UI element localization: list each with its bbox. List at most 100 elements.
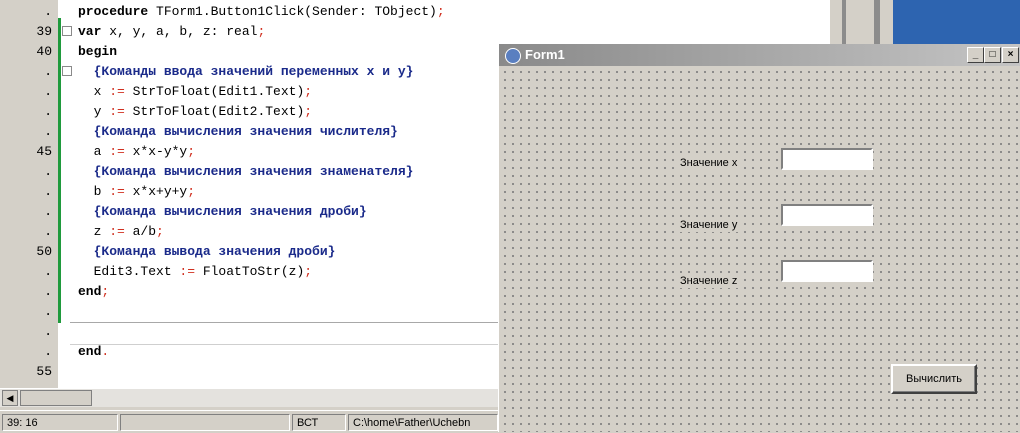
line-number: 45	[36, 144, 52, 159]
line-number: .	[44, 4, 52, 19]
code-token: z	[78, 224, 110, 239]
close-button[interactable]: ×	[1002, 47, 1019, 63]
line-number: .	[44, 164, 52, 179]
code-token: ;	[257, 24, 266, 39]
code-token: a	[78, 144, 110, 159]
code-token: procedure	[78, 4, 157, 19]
code-line[interactable]: x := StrToFloat(Edit1.Text);	[78, 82, 312, 102]
code-line[interactable]: {Команда вычисления значения знаменателя…	[78, 162, 414, 182]
line-number: .	[44, 104, 52, 119]
horizontal-scrollbar[interactable]: ◀	[0, 388, 498, 407]
code-line[interactable]: Edit3.Text := FloatToStr(z);	[78, 262, 312, 282]
line-number: 40	[36, 44, 52, 59]
code-token: {Команда вычисления значения знаменателя…	[78, 164, 414, 179]
code-line[interactable]: var x, y, a, b, z: real;	[78, 22, 265, 42]
code-line[interactable]: end.	[78, 342, 109, 362]
line-number: .	[44, 324, 52, 339]
scrollbar-thumb[interactable]	[20, 390, 92, 406]
line-number: 39	[36, 24, 52, 39]
line-number: 50	[36, 244, 52, 259]
code-line[interactable]: {Команда вывода значения дроби}	[78, 242, 336, 262]
code-line[interactable]: a := x*x-y*y;	[78, 142, 195, 162]
code-token: ;	[304, 104, 313, 119]
fold-toggle-icon[interactable]	[62, 66, 72, 76]
code-token: :=	[109, 84, 133, 99]
code-line[interactable]: b := x*x+y+y;	[78, 182, 195, 202]
insert-mode: ВСТ	[292, 414, 346, 431]
code-token: a/b	[132, 224, 157, 239]
code-token: :=	[109, 104, 133, 119]
status-bar: 39: 16 ВСТ C:\home\Father\Uchebn	[0, 410, 498, 433]
label-y: Значение y	[679, 218, 739, 232]
code-line[interactable]: y := StrToFloat(Edit2.Text);	[78, 102, 312, 122]
code-token: ;	[187, 144, 196, 159]
code-token: y	[78, 104, 110, 119]
line-number: .	[44, 124, 52, 139]
cursor-position: 39: 16	[2, 414, 118, 431]
label-x: Значение x	[679, 156, 739, 170]
code-token: :=	[109, 184, 133, 199]
line-number-gutter: . 39 40.... 45.... 50..... 55	[0, 0, 58, 398]
code-token: StrToFloat(Edit1.Text)	[132, 84, 305, 99]
code-token: x*x+y+y	[132, 184, 188, 199]
code-token: x	[78, 84, 110, 99]
modified-lines-bar	[58, 18, 61, 323]
status-modified	[120, 414, 290, 431]
line-number: .	[44, 264, 52, 279]
line-number: .	[44, 204, 52, 219]
code-token: {Команда вывода значения дроби}	[78, 244, 336, 259]
code-token: b	[78, 184, 110, 199]
code-token: :=	[109, 224, 133, 239]
line-number: .	[44, 64, 52, 79]
code-token: TForm1.Button1Click(Sender: TObject)	[156, 4, 437, 19]
code-token: ;	[436, 4, 445, 19]
code-token: x*x-y*y	[132, 144, 188, 159]
maximize-button[interactable]: □	[984, 47, 1001, 63]
code-token: {Команда вычисления значения дроби}	[78, 204, 367, 219]
code-token: {Команда вычисления значения числителя}	[78, 124, 398, 139]
code-token: StrToFloat(Edit2.Text)	[132, 104, 305, 119]
line-number: .	[44, 284, 52, 299]
line-number: .	[44, 184, 52, 199]
code-token: :=	[109, 144, 133, 159]
code-token: ;	[101, 284, 110, 299]
code-line[interactable]: {Команда вычисления значения числителя}	[78, 122, 398, 142]
code-token: x, y, a, b, z: real	[109, 24, 258, 39]
code-token: .	[101, 344, 110, 359]
code-token: end	[78, 344, 102, 359]
edit2-input[interactable]	[781, 204, 873, 226]
code-line[interactable]: {Команда вычисления значения дроби}	[78, 202, 367, 222]
code-token: {Команды ввода значений переменных x и y…	[78, 64, 414, 79]
file-path: C:\home\Father\Uchebn	[348, 414, 498, 431]
code-line[interactable]: end;	[78, 282, 109, 302]
form-client-area: Значение x Значение y Значение z Вычисли…	[499, 66, 1020, 432]
code-token: ;	[304, 264, 313, 279]
minimize-button[interactable]: _	[967, 47, 984, 63]
window-title: Form1	[525, 47, 565, 62]
code-line[interactable]: {Команды ввода значений переменных x и y…	[78, 62, 414, 82]
scroll-left-icon[interactable]: ◀	[2, 390, 18, 406]
fold-toggle-icon[interactable]	[62, 26, 72, 36]
code-token: Edit3.Text	[78, 264, 180, 279]
line-number: .	[44, 304, 52, 319]
code-token: ;	[156, 224, 164, 239]
code-token: ;	[187, 184, 196, 199]
calculate-button[interactable]: Вычислить	[891, 364, 977, 394]
form1-window[interactable]: Form1 _ □ × Значение x Значение y Значен…	[498, 44, 1020, 432]
line-number: .	[44, 224, 52, 239]
code-token: FloatToStr(z)	[202, 264, 305, 279]
line-number: 55	[36, 364, 52, 379]
line-number: .	[44, 344, 52, 359]
line-number: .	[44, 84, 52, 99]
code-token: :=	[179, 264, 203, 279]
code-line[interactable]: procedure TForm1.Button1Click(Sender: TO…	[78, 2, 445, 22]
edit1-input[interactable]	[781, 148, 873, 170]
code-token: end	[78, 284, 102, 299]
window-titlebar[interactable]: Form1 _ □ ×	[499, 44, 1020, 66]
code-line[interactable]: z := a/b;	[78, 222, 164, 242]
code-line[interactable]: begin	[78, 42, 117, 62]
code-token: ;	[304, 84, 313, 99]
app-icon	[505, 48, 521, 64]
edit3-output[interactable]	[781, 260, 873, 282]
code-token: begin	[78, 44, 118, 59]
